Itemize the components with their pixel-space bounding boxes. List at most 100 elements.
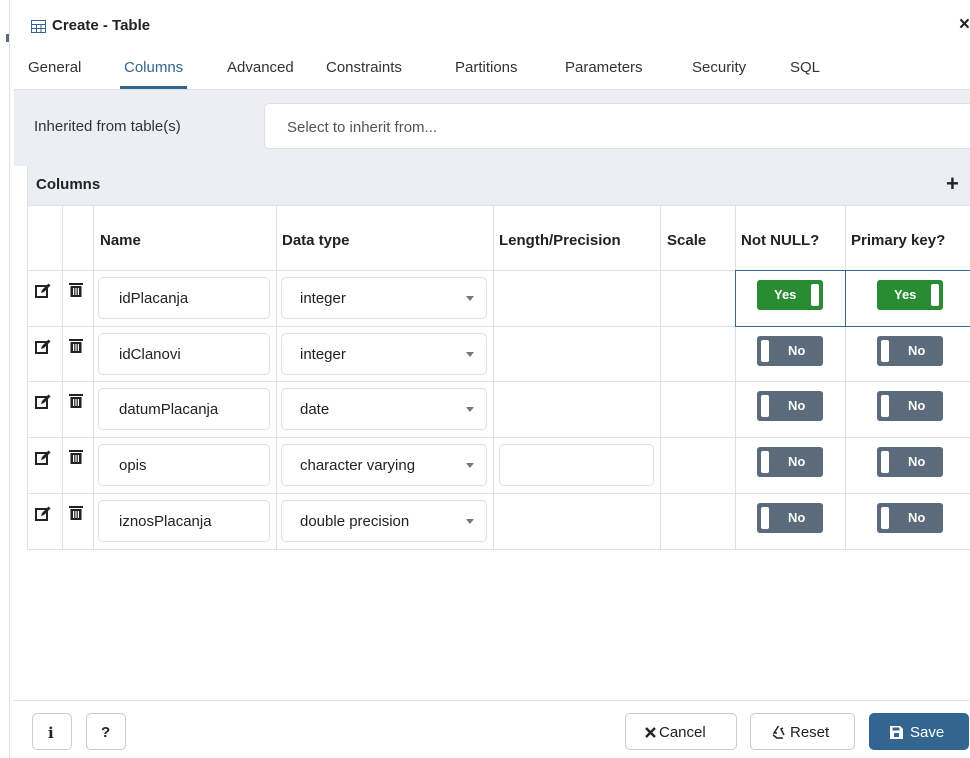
data-type-value: integer xyxy=(300,290,346,307)
dropdown-caret-icon xyxy=(466,519,474,524)
column-header-length: Length/Precision xyxy=(499,232,621,249)
reset-icon xyxy=(772,725,785,739)
grid-line xyxy=(660,206,661,550)
tab-constraints[interactable]: Constraints xyxy=(326,59,402,76)
column-name-input[interactable]: datumPlacanja xyxy=(98,388,270,430)
save-disk-icon xyxy=(890,726,903,739)
primary-key-toggle[interactable]: No xyxy=(877,503,943,533)
edit-icon[interactable] xyxy=(35,283,51,299)
cancel-x-icon xyxy=(645,727,656,738)
data-type-value: integer xyxy=(300,346,346,363)
save-button[interactable]: Save xyxy=(869,713,969,750)
help-button[interactable]: ? xyxy=(86,713,126,750)
add-icon[interactable]: + xyxy=(946,171,959,197)
column-name-input[interactable]: opis xyxy=(98,444,270,486)
column-header-data-type: Data type xyxy=(282,232,350,249)
column-header-name: Name xyxy=(100,232,141,249)
column-name-input[interactable]: idClanovi xyxy=(98,333,270,375)
dropdown-caret-icon xyxy=(466,352,474,357)
toggle-label: No xyxy=(788,343,806,358)
toggle-label: No xyxy=(908,343,926,358)
not-null-toggle[interactable]: No xyxy=(757,447,823,477)
inherit-section: Inherited from table(s) Select to inheri… xyxy=(14,90,970,166)
primary-key-toggle[interactable]: No xyxy=(877,391,943,421)
inherit-label: Inherited from table(s) xyxy=(34,118,181,135)
toggle-knob xyxy=(811,284,819,306)
not-null-toggle[interactable]: Yes xyxy=(757,280,823,310)
cancel-label: Cancel xyxy=(659,724,706,741)
edit-icon[interactable] xyxy=(35,506,51,522)
tab-columns[interactable]: Columns xyxy=(119,59,188,89)
grid-line xyxy=(735,206,736,550)
toggle-knob xyxy=(881,451,889,473)
left-edge-border xyxy=(0,0,10,758)
toggle-knob xyxy=(881,340,889,362)
not-null-toggle[interactable]: No xyxy=(757,503,823,533)
dialog-footer: i ? Cancel Reset Save xyxy=(14,700,970,758)
tab-parameters[interactable]: Parameters xyxy=(565,59,643,76)
column-name-input[interactable]: iznosPlacanja xyxy=(98,500,270,542)
columns-panel-title: Columns xyxy=(36,176,101,193)
save-label: Save xyxy=(910,724,945,741)
edit-icon[interactable] xyxy=(35,394,51,410)
primary-key-toggle[interactable]: No xyxy=(877,336,943,366)
data-type-select[interactable]: character varying xyxy=(281,444,487,486)
trash-icon[interactable] xyxy=(68,393,84,409)
trash-icon[interactable] xyxy=(68,338,84,354)
dropdown-caret-icon xyxy=(466,407,474,412)
data-type-select[interactable]: integer xyxy=(281,277,487,319)
close-icon[interactable]: × xyxy=(959,14,970,36)
edit-icon[interactable] xyxy=(35,450,51,466)
toggle-label: No xyxy=(788,398,806,413)
column-header-primary-key: Primary key? xyxy=(851,232,946,249)
primary-key-toggle[interactable]: No xyxy=(877,447,943,477)
dropdown-caret-icon xyxy=(466,463,474,468)
info-button[interactable]: i xyxy=(32,713,72,750)
info-icon: i xyxy=(48,724,54,742)
grid-line xyxy=(28,549,970,550)
reset-label: Reset xyxy=(790,724,830,741)
columns-panel-header: Columns + xyxy=(28,166,970,206)
tab-bar: General Columns Advanced Constraints Par… xyxy=(14,46,970,90)
toggle-label: Yes xyxy=(774,287,797,302)
toggle-label: No xyxy=(908,398,926,413)
dropdown-caret-icon xyxy=(466,296,474,301)
grid-line xyxy=(493,206,494,550)
data-type-select[interactable]: double precision xyxy=(281,500,487,542)
not-null-toggle[interactable]: No xyxy=(757,391,823,421)
primary-key-toggle[interactable]: Yes xyxy=(877,280,943,310)
help-icon: ? xyxy=(101,724,111,741)
toggle-knob xyxy=(761,507,769,529)
toggle-knob xyxy=(761,451,769,473)
trash-icon[interactable] xyxy=(68,449,84,465)
toggle-knob xyxy=(761,340,769,362)
data-type-select[interactable]: date xyxy=(281,388,487,430)
grid-line xyxy=(28,381,970,382)
reset-button[interactable]: Reset xyxy=(750,713,855,750)
grid-line xyxy=(845,206,846,550)
toggle-knob xyxy=(881,395,889,417)
data-type-value: double precision xyxy=(300,513,410,530)
toggle-label: No xyxy=(908,454,926,469)
tab-advanced[interactable]: Advanced xyxy=(227,59,294,76)
length-input[interactable] xyxy=(499,444,654,486)
trash-icon[interactable] xyxy=(68,505,84,521)
grid-line xyxy=(28,437,970,438)
not-null-toggle[interactable]: No xyxy=(757,336,823,366)
cancel-button[interactable]: Cancel xyxy=(625,713,737,750)
trash-icon[interactable] xyxy=(68,282,84,298)
inherit-select[interactable]: Select to inherit from... xyxy=(264,103,970,149)
column-name-input[interactable]: idPlacanja xyxy=(98,277,270,319)
toggle-knob xyxy=(761,395,769,417)
tab-sql[interactable]: SQL xyxy=(790,59,820,76)
data-type-select[interactable]: integer xyxy=(281,333,487,375)
grid-line xyxy=(28,493,970,494)
tab-security[interactable]: Security xyxy=(692,59,746,76)
grid-line xyxy=(93,206,94,550)
inherit-placeholder: Select to inherit from... xyxy=(287,119,438,136)
toggle-label: No xyxy=(788,454,806,469)
toggle-label: No xyxy=(788,510,806,525)
tab-general[interactable]: General xyxy=(28,59,81,76)
tab-partitions[interactable]: Partitions xyxy=(455,59,518,76)
edit-icon[interactable] xyxy=(35,339,51,355)
